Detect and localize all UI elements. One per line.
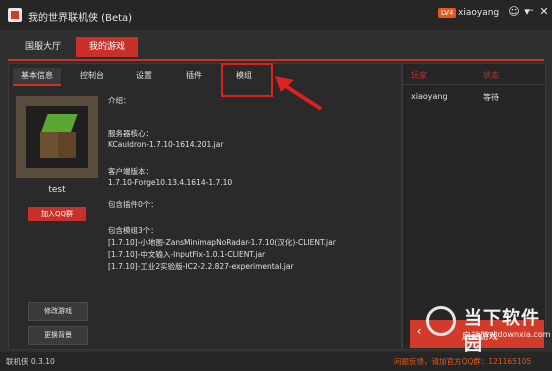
client-version-value: 1.7.10-Forge10.13.4.1614-1.7.10: [108, 178, 233, 187]
start-game-label[interactable]: 启动游戏: [462, 329, 498, 342]
join-qq-button[interactable]: 加入QQ群: [28, 207, 86, 221]
tab-plugins[interactable]: 插件: [177, 68, 211, 84]
sub-tabs: 基本信息 控制台 设置 插件 模组: [9, 64, 401, 88]
main-tabs: 国服大厅 我的游戏: [0, 34, 552, 60]
username-label: xiaoyang: [458, 8, 500, 18]
modify-game-button[interactable]: 修改游戏: [28, 302, 88, 321]
tab-my-games[interactable]: 我的游戏: [76, 37, 138, 57]
chevron-left-icon[interactable]: ‹: [412, 324, 426, 338]
client-version-label: 客户端版本：: [108, 167, 153, 176]
tab-console[interactable]: 控制台: [71, 68, 113, 84]
mod-item: [1.7.10]-中文输入-InputFix-1.0.1-CLIENT.jar: [108, 250, 266, 259]
feedback-label: 问题反馈，请加官方QQ群：121165105: [394, 357, 532, 366]
server-core-label: 服务器核心：: [108, 129, 153, 138]
tab-settings[interactable]: 设置: [127, 68, 161, 84]
grass-block-left: [40, 132, 58, 158]
header-divider: [403, 84, 545, 85]
status-column-header: 状态: [483, 71, 499, 80]
player-status-cell: 等待: [483, 93, 499, 102]
watermark-logo-icon: [426, 306, 456, 336]
grass-block-top: [40, 114, 78, 134]
mod-item: [1.7.10]-工业2实验版-IC2-2.2.827-experimental…: [108, 262, 294, 271]
level-badge: LV4: [438, 8, 457, 18]
intro-label: 介绍：: [108, 96, 131, 105]
grass-block-right: [58, 132, 76, 158]
server-core-value: KCauldron-1.7.10-1614.201.jar: [108, 140, 224, 149]
red-arrow-annotation: [275, 76, 323, 111]
close-icon[interactable]: ✕: [538, 6, 550, 18]
app-logo-icon: [8, 8, 22, 22]
mods-label: 包含模组3个：: [108, 226, 158, 235]
title-bar: 我的世界联机侠 (Beta) LV4 xiaoyang ☺ ▾ – ✕: [0, 0, 552, 30]
tab-divider: [8, 59, 544, 61]
tab-basic-info[interactable]: 基本信息: [13, 68, 61, 86]
game-name: test: [48, 185, 66, 195]
version-label: 联机侠 0.3.10: [6, 357, 55, 366]
window-title: 我的世界联机侠 (Beta): [28, 13, 133, 24]
watermark: 当下软件园 www.downxia.com: [426, 302, 551, 355]
tab-lobby[interactable]: 国服大厅: [12, 37, 74, 57]
person-icon[interactable]: ☺: [508, 6, 520, 18]
game-avatar: [16, 96, 98, 178]
change-background-button[interactable]: 更换背景: [28, 326, 88, 345]
mod-item: [1.7.10]-小地图-ZansMinimapNoRadar-1.7.10(汉…: [108, 238, 336, 247]
plugins-label: 包含插件0个：: [108, 200, 158, 209]
app-window: 我的世界联机侠 (Beta) LV4 xiaoyang ☺ ▾ – ✕ 国服大厅…: [0, 0, 552, 371]
mods-tab-highlight: [221, 63, 273, 97]
player-column-header: 玩家: [411, 71, 427, 80]
player-name-cell: xiaoyang: [411, 92, 448, 101]
minimize-icon[interactable]: –: [525, 4, 537, 16]
